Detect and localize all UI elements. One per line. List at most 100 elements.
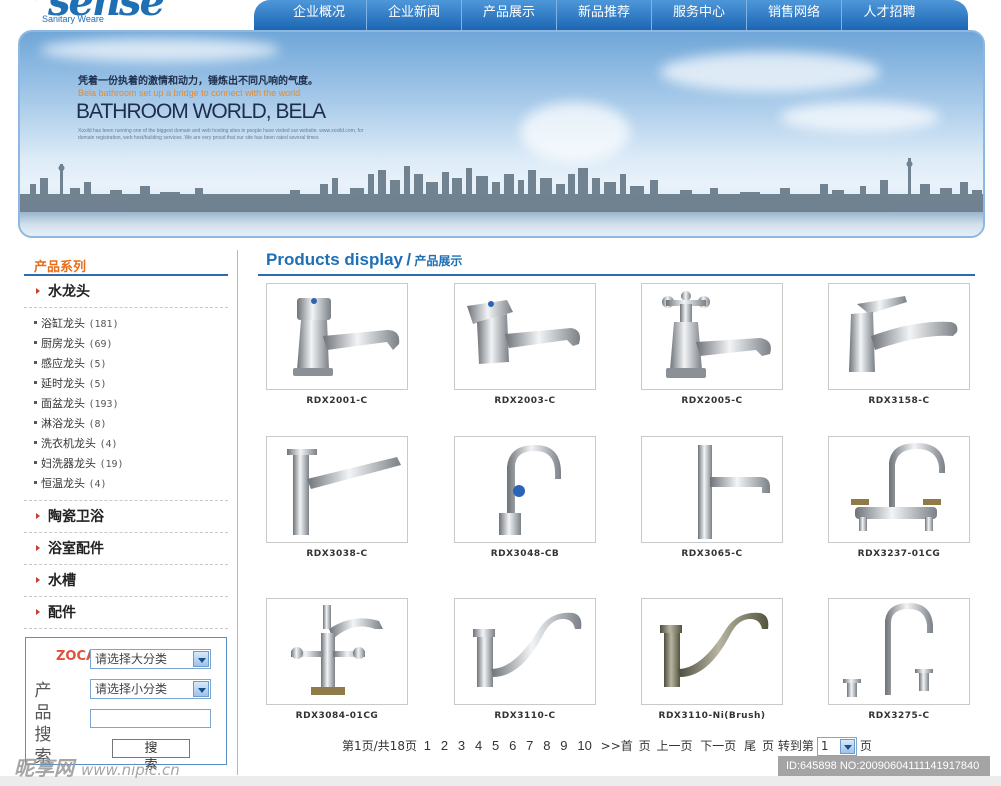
subcategory-count: (8) [88,419,107,430]
nav-item-news[interactable]: 企业新闻 [367,0,462,30]
subcategory-label: 浴缸龙头 [41,317,85,330]
major-category-select[interactable]: 请选择大分类 [90,649,211,669]
subcategory-item[interactable]: 感应龙头 (5) [34,354,228,374]
watermark-id: ID:645898 NO:20090604111141917840 [778,756,990,776]
bullet-icon [34,381,37,384]
bidet-mixer-icon[interactable] [266,598,408,705]
nav-item-service[interactable]: 服务中心 [652,0,747,30]
gooseneck-tap-icon[interactable] [454,436,596,543]
category-parts[interactable]: 配件 [24,597,228,629]
product-card[interactable]: RDX2001-C [266,283,408,406]
product-card[interactable]: RDX3084-01CG [266,598,408,721]
product-card[interactable]: RDX2003-C [454,283,596,406]
subcategory-item[interactable]: 妇洗器龙头 (19) [34,454,228,474]
water-reflection [20,212,983,236]
page-link-2[interactable]: 2 [441,738,448,753]
product-code[interactable]: RDX3038-C [266,549,408,559]
pillar-tap-icon[interactable] [266,283,408,390]
product-code[interactable]: RDX3158-C [828,396,970,406]
category-label: 配件 [48,605,76,621]
page-jump-select[interactable]: 1 [816,737,857,756]
pillar-tap-icon[interactable] [454,283,596,390]
last-suffix: 页 [761,739,774,753]
logo[interactable]: sense Sanitary Weare [36,0,176,30]
page-link-1[interactable]: 1 [424,738,431,753]
product-card[interactable]: RDX2005-C [641,283,783,406]
subcategory-item[interactable]: 延时龙头 (5) [34,374,228,394]
keyword-input[interactable] [90,709,211,728]
page-link-4[interactable]: 4 [475,738,482,753]
subcategory-item[interactable]: 浴缸龙头 (181) [34,314,228,334]
banner-slogan-cn: 凭着一份执着的激情和动力，锤炼出不同凡响的气度。 [78,76,318,87]
product-card[interactable]: RDX3065-C [641,436,783,559]
nav-item-new-products[interactable]: 新品推荐 [557,0,652,30]
minor-category-select[interactable]: 请选择小分类 [90,679,211,699]
product-card[interactable]: RDX3158-C [828,283,970,406]
page-link-7[interactable]: 7 [526,738,533,753]
product-code[interactable]: RDX3237-01CG [828,549,970,559]
product-code[interactable]: RDX3275-C [828,711,970,721]
nav-item-careers[interactable]: 人才招聘 [842,0,937,30]
page-link-5[interactable]: 5 [492,738,499,753]
cloud [40,38,280,62]
category-ceramics[interactable]: 陶瓷卫浴 [24,501,228,533]
first-page-link[interactable]: >>首 [601,739,633,753]
category-faucets[interactable]: 水龙头 [24,276,228,308]
subcategory-item[interactable]: 洗衣机龙头 (4) [34,434,228,454]
product-card[interactable]: RDX3038-C [266,436,408,559]
nav-item-products[interactable]: 产品展示 [462,0,557,30]
nav-item-about[interactable]: 企业概况 [272,0,367,30]
triangle-bullet-icon [36,288,40,294]
nav-item-sales-network[interactable]: 销售网络 [747,0,842,30]
subcategory-item[interactable]: 恒温龙头 (4) [34,474,228,494]
watermark-url: www.nipic.cn [80,761,180,779]
bullet-icon [34,421,37,424]
swan-spout-tap-icon[interactable] [454,598,596,705]
product-card[interactable]: RDX3110-C [454,598,596,721]
first-suffix: 页 [638,739,651,753]
product-card[interactable]: RDX3048-CB [454,436,596,559]
search-brand-vertical: ZOCALE [56,649,114,664]
page-link-10[interactable]: 10 [577,738,591,753]
pull-out-kitchen-tap-icon[interactable] [266,436,408,543]
subcategory-label: 洗衣机龙头 [41,437,96,450]
product-code[interactable]: RDX3110-C [454,711,596,721]
page-link-3[interactable]: 3 [458,738,465,753]
product-code[interactable]: RDX2003-C [454,396,596,406]
next-page-link[interactable]: 下一页 [700,739,736,753]
product-code[interactable]: RDX3048-CB [454,549,596,559]
category-sinks[interactable]: 水槽 [24,565,228,597]
swan-spout-tap-icon[interactable] [641,598,783,705]
page-link-6[interactable]: 6 [509,738,516,753]
prev-page-link[interactable]: 上一页 [656,739,692,753]
last-page-link[interactable]: 尾 [744,739,756,753]
page-link-8[interactable]: 8 [543,738,550,753]
goto-label: 转到第 [777,739,814,753]
chevron-down-icon[interactable] [193,651,209,667]
product-card[interactable]: RDX3110-Ni(Brush) [641,598,783,721]
watermark-text: 昵享网 [14,756,74,780]
product-code[interactable]: RDX3110-Ni(Brush) [641,711,783,721]
product-card[interactable]: RDX3237-01CG [828,436,970,559]
product-code[interactable]: RDX2001-C [266,396,408,406]
single-lever-mixer-icon[interactable] [828,283,970,390]
chevron-down-icon[interactable] [193,681,209,697]
product-code[interactable]: RDX3084-01CG [266,711,408,721]
product-card[interactable]: RDX3275-C [828,598,970,721]
cross-handle-tap-icon[interactable] [641,283,783,390]
category-bath-accessories[interactable]: 浴室配件 [24,533,228,565]
banner-paragraph: Xoxild has been running one of the bigge… [78,128,364,141]
chevron-down-icon[interactable] [839,739,855,754]
triangle-bullet-icon [36,513,40,519]
subcategory-item[interactable]: 厨房龙头 (69) [34,334,228,354]
two-handle-deck-mixer-icon[interactable] [828,436,970,543]
l-spout-tap-icon[interactable] [641,436,783,543]
three-hole-basin-mixer-icon[interactable] [828,598,970,705]
section-title-cn: 产品展示 [414,254,463,268]
site-header: sense Sanitary Weare 企业概况 企业新闻 产品展示 新品推荐… [0,0,1001,30]
subcategory-item[interactable]: 淋浴龙头 (8) [34,414,228,434]
page-link-9[interactable]: 9 [560,738,567,753]
product-code[interactable]: RDX3065-C [641,549,783,559]
subcategory-item[interactable]: 面盆龙头 (193) [34,394,228,414]
product-code[interactable]: RDX2005-C [641,396,783,406]
